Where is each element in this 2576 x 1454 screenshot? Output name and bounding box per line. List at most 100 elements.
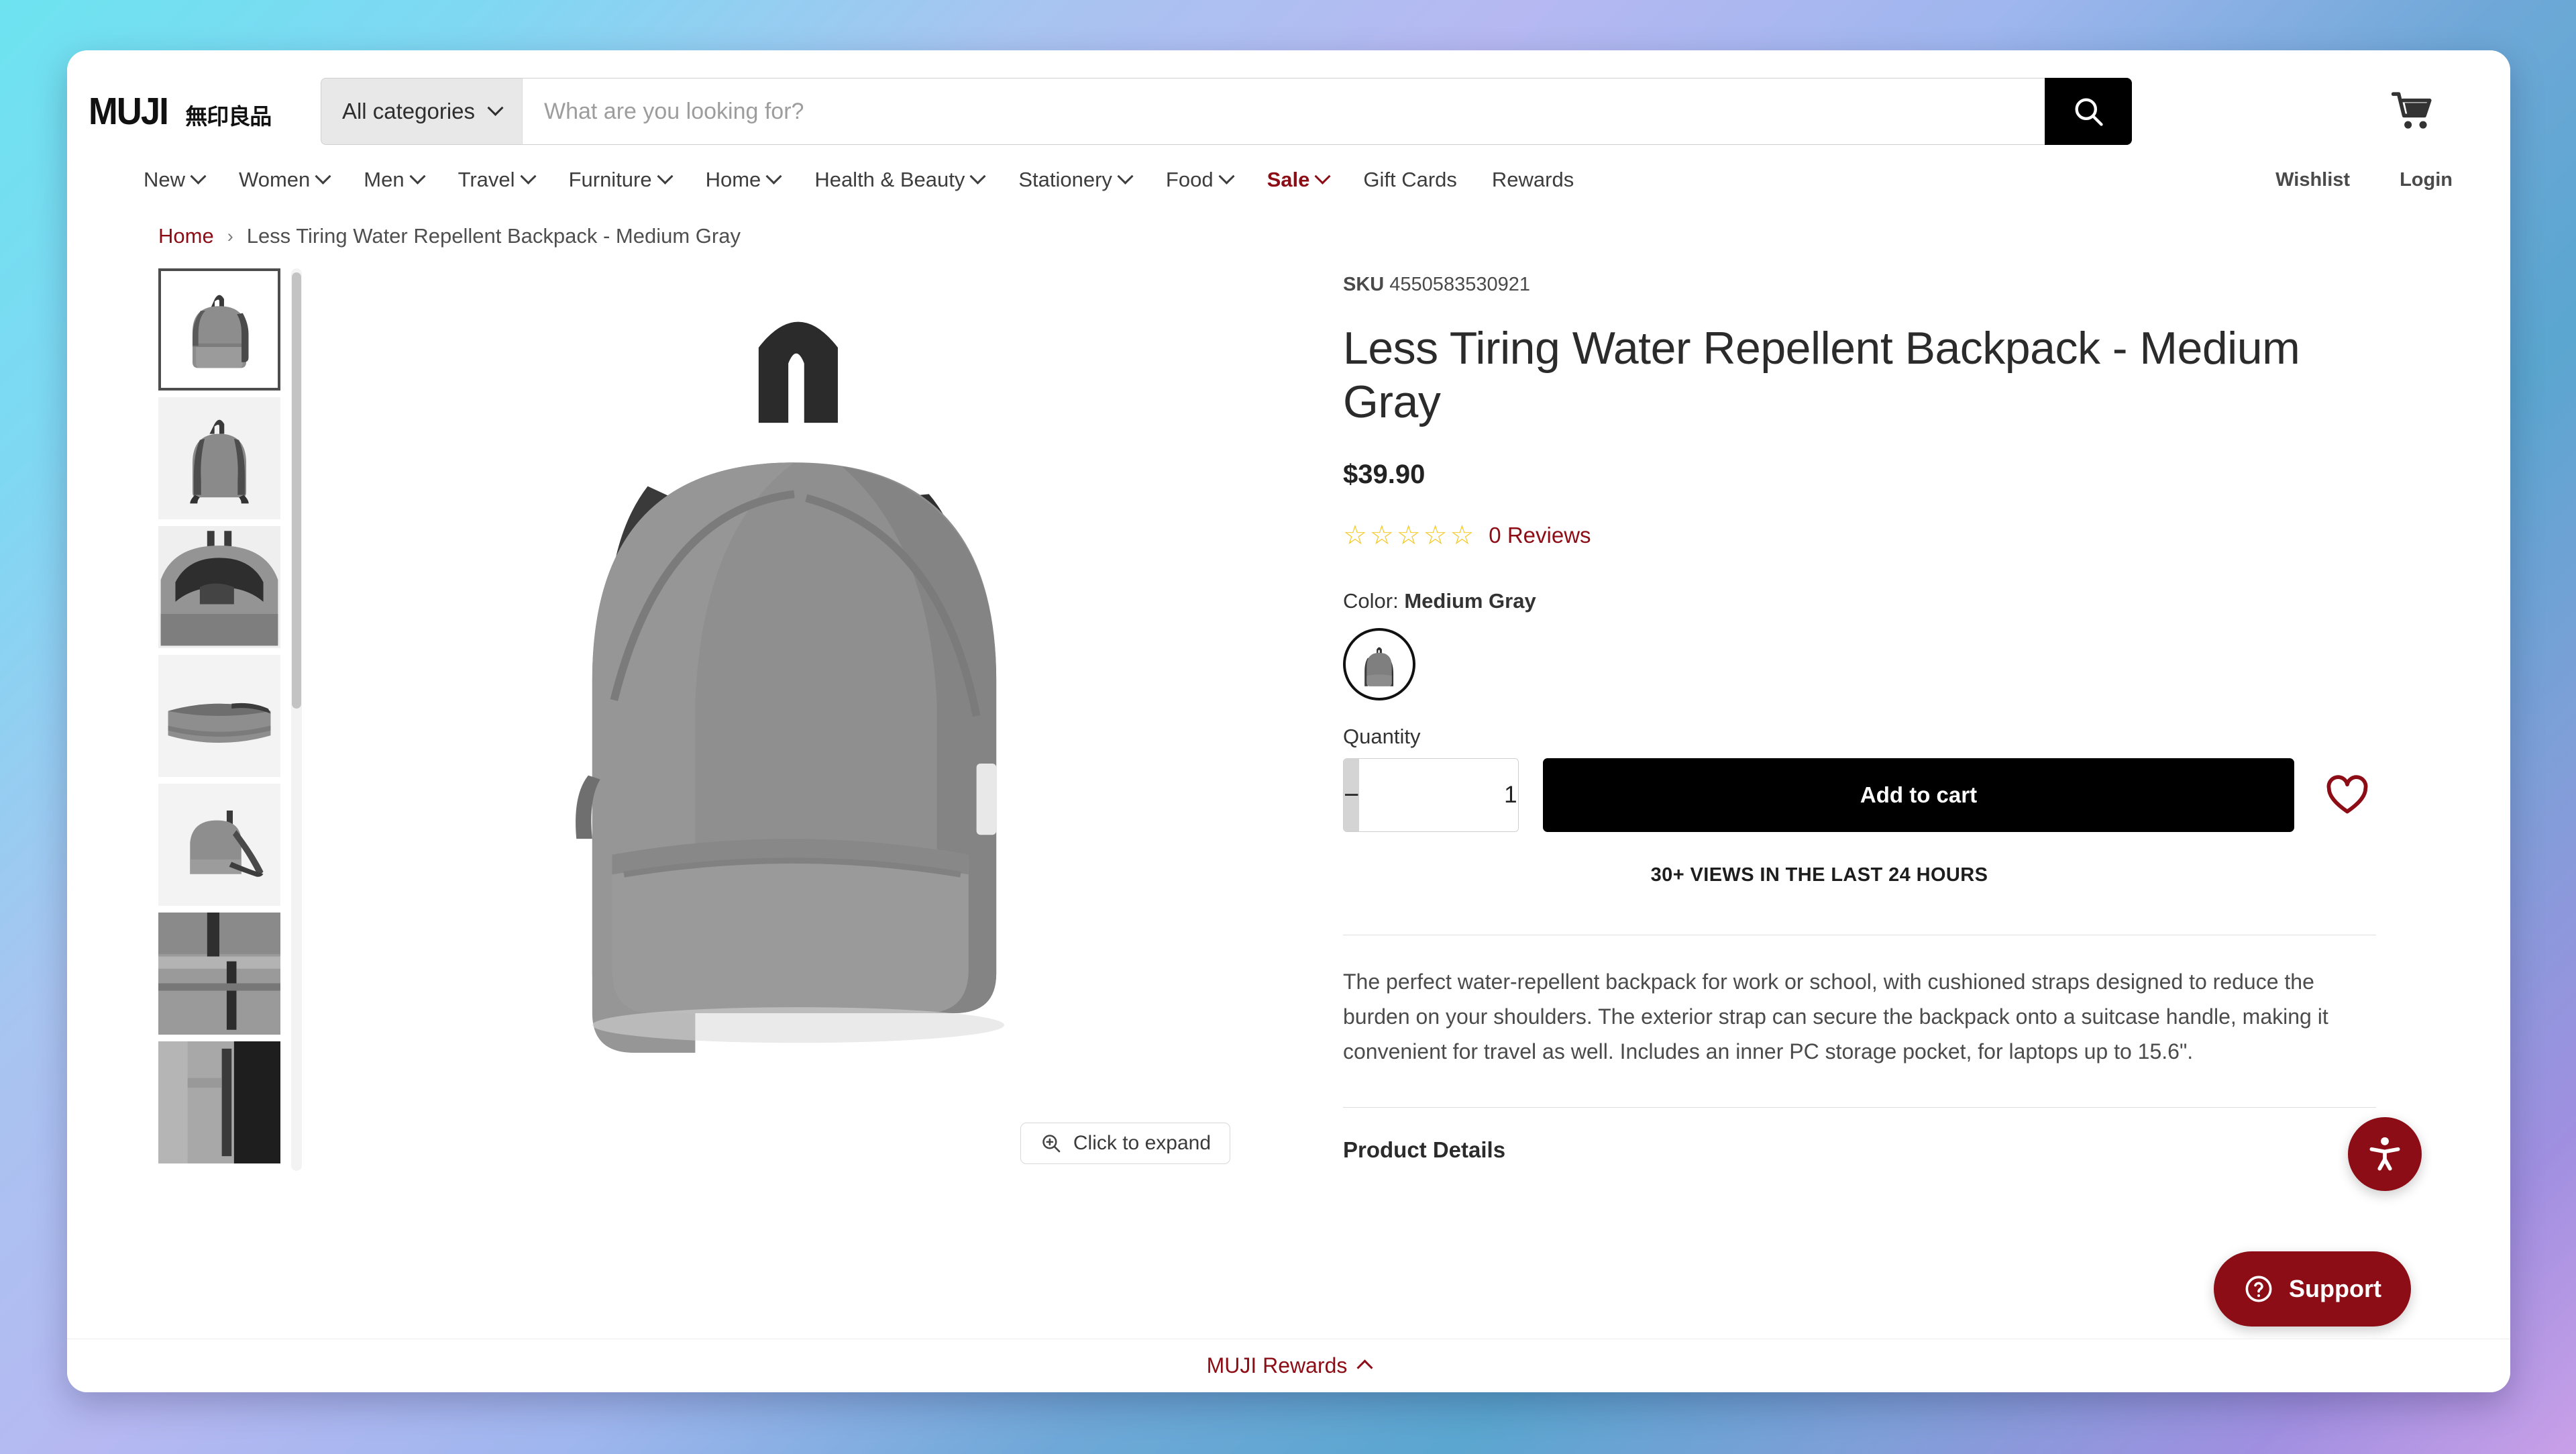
sku-value: 4550583530921 xyxy=(1389,274,1530,295)
nav-item-men[interactable]: Men xyxy=(364,168,426,192)
nav-label: Health & Beauty xyxy=(814,168,965,191)
rewards-label: MUJI Rewards xyxy=(1206,1353,1348,1378)
star-icon: ☆ xyxy=(1396,521,1421,551)
nav-item-travel[interactable]: Travel xyxy=(458,168,537,192)
views-counter: 30+ VIEWS IN THE LAST 24 HOURS xyxy=(1650,864,1988,886)
category-select[interactable]: All categories xyxy=(321,78,522,145)
backpack-back-thumb-icon xyxy=(158,397,280,519)
chevron-down-icon xyxy=(487,99,504,116)
shopping-cart-icon xyxy=(2392,92,2432,129)
thumbnail-scrollbar[interactable] xyxy=(291,268,302,1171)
nav-item-login[interactable]: Login xyxy=(2400,169,2453,191)
breadcrumb: Home › Less Tiring Water Repellent Backp… xyxy=(67,201,2510,248)
chevron-down-icon xyxy=(969,168,986,185)
backpack-interior-thumb-icon xyxy=(158,526,280,648)
scrollbar-thumb[interactable] xyxy=(292,272,301,709)
accessibility-button[interactable] xyxy=(2348,1117,2422,1191)
rating-row: ☆ ☆ ☆ ☆ ☆ 0 Reviews xyxy=(1343,522,2376,549)
site-header: MUJI 無印良品 All categories What are you lo… xyxy=(67,50,2510,201)
backpack-strap-detail-thumb-icon xyxy=(158,913,280,1035)
star-icon: ☆ xyxy=(1450,521,1474,551)
color-swatch-medium-gray[interactable] xyxy=(1343,628,1415,701)
nav-item-health-beauty[interactable]: Health & Beauty xyxy=(814,168,986,192)
quantity-label: Quantity xyxy=(1343,725,1421,749)
breadcrumb-home-link[interactable]: Home xyxy=(158,224,214,248)
search-button[interactable] xyxy=(2045,78,2132,145)
sku-label: SKU xyxy=(1343,274,1385,295)
chevron-down-icon xyxy=(1314,168,1331,185)
nav-item-sale[interactable]: Sale xyxy=(1267,168,1331,192)
chevron-down-icon xyxy=(520,168,537,185)
product-info: SKU 4550583530921 Less Tiring Water Repe… xyxy=(1269,268,2510,1228)
nav-label: Women xyxy=(239,168,311,191)
zoom-in-icon xyxy=(1042,1135,1061,1153)
nav-label: Stationery xyxy=(1018,168,1112,191)
nav-item-wishlist[interactable]: Wishlist xyxy=(2275,169,2350,191)
section-divider xyxy=(1343,1106,2376,1108)
logo-wordmark: MUJI xyxy=(89,90,169,133)
nav-item-furniture[interactable]: Furniture xyxy=(569,168,674,192)
expand-label: Click to expand xyxy=(1073,1132,1211,1154)
cart-button[interactable] xyxy=(2376,78,2450,145)
product-sku: SKU 4550583530921 xyxy=(1343,274,2376,296)
nav-label: Gift Cards xyxy=(1363,168,1457,191)
thumbnail-item[interactable] xyxy=(158,784,280,906)
muji-rewards-bar[interactable]: MUJI Rewards xyxy=(67,1339,2510,1392)
quantity-decrease-button[interactable]: − xyxy=(1344,759,1360,832)
breadcrumb-separator: › xyxy=(227,225,233,246)
color-swatches xyxy=(1343,628,2376,701)
muji-logo[interactable]: MUJI 無印良品 xyxy=(89,89,310,134)
nav-item-home[interactable]: Home xyxy=(705,168,782,192)
backpack-main-image xyxy=(576,321,1004,1053)
main-navigation: New Women Men Travel Furniture Home Heal… xyxy=(72,158,2510,202)
thumbnail-item[interactable] xyxy=(158,913,280,1035)
breadcrumb-current: Less Tiring Water Repellent Backpack - M… xyxy=(246,224,741,248)
heart-icon xyxy=(2326,775,2368,814)
search-bar: All categories xyxy=(321,78,2132,145)
thumbnail-item[interactable] xyxy=(158,1041,280,1163)
product-title: Less Tiring Water Repellent Backpack - M… xyxy=(1343,323,2300,428)
chevron-down-icon xyxy=(765,168,782,185)
star-icon: ☆ xyxy=(1369,521,1394,551)
nav-label: Food xyxy=(1165,168,1214,191)
nav-label: Home xyxy=(705,168,761,191)
nav-label: Rewards xyxy=(1491,168,1574,191)
chevron-down-icon xyxy=(315,168,331,185)
add-to-wishlist-button[interactable] xyxy=(2318,766,2376,824)
nav-item-rewards[interactable]: Rewards xyxy=(1492,168,1574,192)
support-button[interactable]: Support xyxy=(2214,1251,2411,1327)
thumbnail-item[interactable] xyxy=(158,526,280,648)
quantity-input[interactable] xyxy=(1359,759,1518,832)
thumbnail-item[interactable] xyxy=(158,397,280,519)
product-main: Click to expand SKU 4550583530921 Less T… xyxy=(67,248,2510,1228)
add-to-cart-button[interactable]: Add to cart xyxy=(1543,758,2294,833)
nav-item-new[interactable]: New xyxy=(144,168,207,192)
nav-utility-links: Wishlist Login xyxy=(2275,169,2453,191)
thumbnail-item[interactable] xyxy=(158,655,280,777)
nav-item-women[interactable]: Women xyxy=(239,168,331,192)
nav-item-food[interactable]: Food xyxy=(1165,168,1235,192)
nav-label: Sale xyxy=(1267,168,1310,191)
reviews-link[interactable]: 0 Reviews xyxy=(1489,523,1591,548)
chevron-down-icon xyxy=(409,168,426,185)
question-circle-icon xyxy=(2245,1276,2272,1302)
chevron-down-icon xyxy=(1117,168,1134,185)
quantity-stepper: − + xyxy=(1343,758,1519,833)
nav-item-stationery[interactable]: Stationery xyxy=(1018,168,1134,192)
logo-japanese: 無印良品 xyxy=(185,104,272,129)
product-details-heading[interactable]: Product Details xyxy=(1343,1137,2376,1163)
search-input[interactable] xyxy=(522,78,2045,145)
main-product-image[interactable]: Click to expand xyxy=(319,268,1269,1171)
nav-label: Login xyxy=(2400,168,2453,191)
nav-label: Wishlist xyxy=(2275,168,2351,191)
search-icon xyxy=(2075,98,2103,126)
thumbnail-item[interactable] xyxy=(158,268,280,391)
star-rating[interactable]: ☆ ☆ ☆ ☆ ☆ xyxy=(1343,522,1474,549)
product-description: The perfect water-repellent backpack for… xyxy=(1343,970,2328,1064)
backpack-side-strap-thumb-icon xyxy=(158,784,280,906)
accessibility-icon xyxy=(2369,1137,2400,1171)
click-to-expand-button[interactable]: Click to expand xyxy=(1020,1123,1230,1164)
color-label-text: Color: xyxy=(1343,589,1399,613)
nav-item-gift-cards[interactable]: Gift Cards xyxy=(1363,168,1457,192)
chevron-down-icon xyxy=(1218,168,1235,185)
